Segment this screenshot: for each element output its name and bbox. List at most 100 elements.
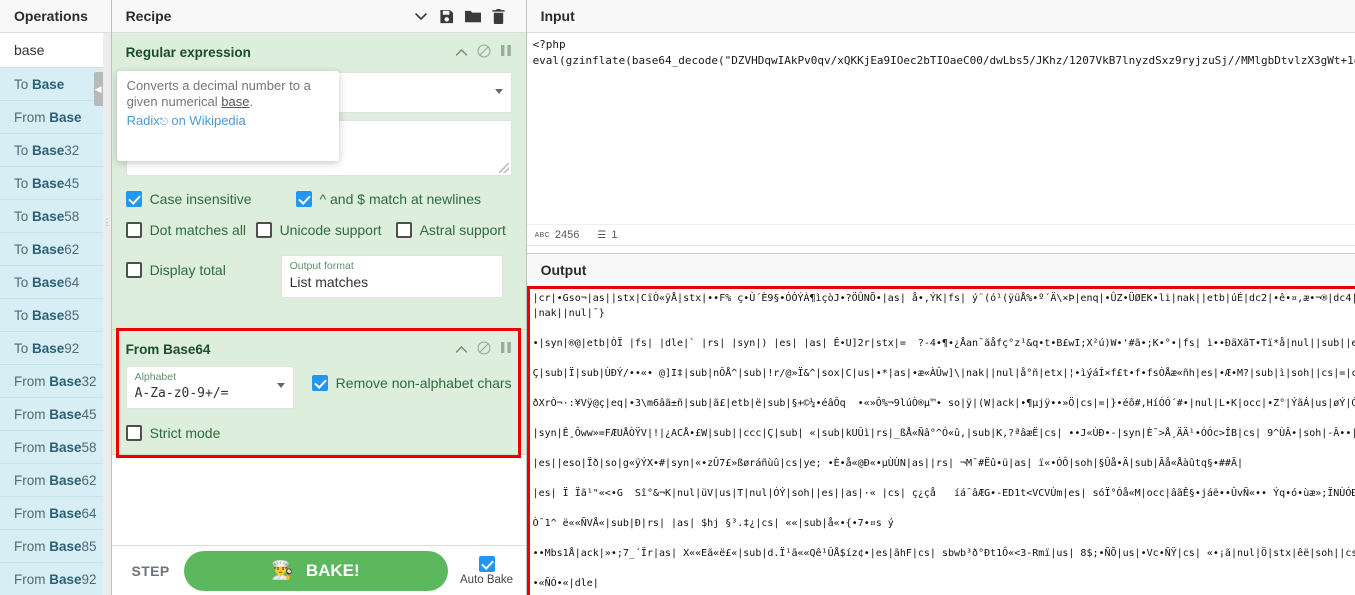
checkbox-case-insensitive[interactable]: Case insensitive <box>125 191 296 207</box>
checkbox-label: ^ and $ match at newlines <box>319 191 481 207</box>
breakpoint-operation-icon[interactable] <box>500 341 512 357</box>
operation-list-item[interactable]: To Base45 <box>0 166 111 200</box>
lines-icon: ☰ <box>597 229 607 241</box>
operation-list-item[interactable]: To Base32 <box>0 133 111 167</box>
operation-list-item[interactable]: To Base85 <box>0 298 111 332</box>
recipe-operation-from-base64[interactable]: From Base64 Alphabet A-Za-z0-9+/= Remove… <box>111 330 526 455</box>
output-title: Output <box>526 254 1355 287</box>
wikipedia-link-label: Radix <box>126 113 160 128</box>
checkbox-strict-mode[interactable]: Strict mode <box>125 425 221 441</box>
io-splitter[interactable]: ••••••• <box>526 245 1355 253</box>
checkbox-box[interactable] <box>478 555 495 572</box>
clear-recipe-icon[interactable] <box>486 3 512 29</box>
collapse-operation-icon[interactable] <box>455 342 468 357</box>
recipe-pane: Recipe Regular expression Case insensiti… <box>111 0 527 595</box>
operation-list-item[interactable]: From Base <box>0 100 111 134</box>
step-button[interactable]: STEP <box>120 563 182 579</box>
load-recipe-icon[interactable] <box>460 3 486 29</box>
checkbox-box[interactable] <box>125 262 142 278</box>
output-section: Output |cr|•Gso¬|as||stx|CïÒ«ÿÅ|stx|••F%… <box>526 254 1355 595</box>
output-title-label: Output <box>540 261 587 278</box>
checkbox-label: Unicode support <box>279 222 382 238</box>
input-textarea[interactable]: <?php eval(gzinflate(base64_decode("DZVH… <box>526 33 1355 224</box>
operation-list-item[interactable]: From Base92 <box>0 562 111 595</box>
io-pane: Input <?php eval(gzinflate(base64_decode… <box>526 0 1355 595</box>
wikipedia-link-suffix: on Wikipedia <box>167 113 246 128</box>
checkbox-label: Remove non-alphabet chars <box>335 375 512 391</box>
checkbox-label: Case insensitive <box>149 191 252 207</box>
bake-bar: STEP 👨‍🍳 BAKE! Auto Bake <box>111 545 526 595</box>
collapse-operation-icon[interactable] <box>455 45 468 60</box>
checkbox-display-total[interactable]: Display total <box>125 262 281 278</box>
input-lines-value: 1 <box>611 229 618 241</box>
alphabet-label: Alphabet <box>134 371 177 383</box>
input-length-group: ABC 2456 <box>535 229 580 241</box>
operations-title-label: Operations <box>14 7 88 24</box>
checkbox-label: Display total <box>149 262 226 278</box>
output-format-label: Output format <box>289 260 354 272</box>
operation-list-item[interactable]: From Base85 <box>0 529 111 563</box>
operation-list-item[interactable]: From Base58 <box>0 430 111 464</box>
checkbox-remove-non-alphabet-chars[interactable]: Remove non-alphabet chars <box>311 375 512 391</box>
checkbox-dot-matches-all[interactable]: Dot matches all <box>125 222 256 238</box>
output-format-select[interactable]: Output format List matches <box>280 255 503 298</box>
checkbox-label: Strict mode <box>149 425 221 441</box>
auto-bake-toggle[interactable]: Auto Bake <box>456 555 518 586</box>
input-lines-group: ☰ 1 <box>597 229 617 241</box>
operation-header: Regular expression <box>126 41 512 63</box>
operation-list-item[interactable]: From Base45 <box>0 397 111 431</box>
textarea-resize-grip[interactable] <box>498 163 509 173</box>
checkbox-box[interactable] <box>395 222 412 238</box>
auto-bake-label: Auto Bake <box>460 573 514 586</box>
regex-output-row: Display total Output format List matches <box>125 255 512 298</box>
alphabet-value: A-Za-z0-9+/= <box>134 386 229 401</box>
chevron-down-icon[interactable] <box>494 89 503 94</box>
recipe-title: Recipe <box>111 0 526 33</box>
breakpoint-operation-icon[interactable] <box>500 44 512 60</box>
operation-list-item[interactable]: From Base64 <box>0 496 111 530</box>
input-title: Input <box>526 0 1355 33</box>
external-link-icon: ⎋ <box>159 117 168 128</box>
operation-list-item[interactable]: From Base32 <box>0 364 111 398</box>
disable-operation-icon[interactable] <box>477 43 491 61</box>
checkbox-box[interactable] <box>125 222 142 238</box>
checkbox-box[interactable] <box>295 191 312 207</box>
operation-list-item[interactable]: From Base62 <box>0 463 111 497</box>
checkbox-box[interactable] <box>311 375 328 391</box>
checkbox-multiline-matching[interactable]: ^ and $ match at newlines <box>295 191 481 207</box>
disable-operation-icon[interactable] <box>477 340 491 358</box>
input-status-bar: ABC 2456 ☰ 1 Tᴛ Raw Bytes ↩ CRLF (detect… <box>526 224 1355 245</box>
bake-button[interactable]: 👨‍🍳 BAKE! <box>183 550 448 591</box>
checkbox-astral-support[interactable]: Astral support <box>395 222 506 238</box>
operations-resize-handle[interactable]: ⋮⋮ <box>102 33 121 595</box>
checkbox-box[interactable] <box>255 222 272 238</box>
wikipedia-link[interactable]: Radix⎋ on Wikipedia <box>127 113 329 131</box>
chevron-down-icon[interactable] <box>408 3 434 29</box>
operations-pane: Operations To BaseFrom BaseTo Base32To B… <box>0 0 121 595</box>
operation-list-item[interactable]: To Base62 <box>0 232 111 266</box>
chevron-down-icon[interactable] <box>276 383 285 388</box>
save-recipe-icon[interactable] <box>434 3 460 29</box>
alphabet-select[interactable]: Alphabet A-Za-z0-9+/= <box>125 366 294 409</box>
search-input[interactable] <box>0 33 111 68</box>
checkbox-box[interactable] <box>125 425 142 441</box>
checkbox-unicode-support[interactable]: Unicode support <box>255 222 396 238</box>
collapse-sidebar-button[interactable]: ◀ <box>93 72 103 106</box>
tooltip-base-link[interactable]: base <box>221 94 249 109</box>
operations-list[interactable]: To Base From Base To Base32 To Base45 To Bas… <box>0 67 111 595</box>
operation-list-item[interactable]: To Base92 <box>0 331 111 365</box>
recipe-body[interactable]: Regular expression Case insensitive ^ an… <box>111 33 526 545</box>
operation-list-item[interactable]: To Base64 <box>0 265 111 299</box>
operation-list-item[interactable]: To Base58 <box>0 199 111 233</box>
operation-name: Regular expression <box>125 44 251 60</box>
checkbox-label: Dot matches all <box>149 222 247 238</box>
regex-flags-row-1: Case insensitive ^ and $ match at newlin… <box>125 191 512 207</box>
operations-title: Operations <box>0 0 111 33</box>
checkbox-label: Astral support <box>419 222 506 238</box>
checkbox-box[interactable] <box>125 191 142 207</box>
input-section: Input <?php eval(gzinflate(base64_decode… <box>526 0 1355 254</box>
output-textarea[interactable]: |cr|•Gso¬|as||stx|CïÒ«ÿÅ|stx|••F% ç•Ù´È9… <box>527 287 1355 595</box>
length-icon: ABC <box>534 231 550 239</box>
recipe-title-label: Recipe <box>125 7 172 24</box>
chef-icon: 👨‍🍳 <box>271 560 294 580</box>
